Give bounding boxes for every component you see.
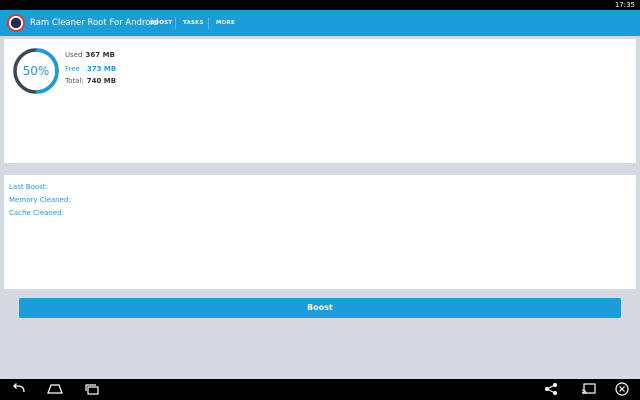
tab-tasks[interactable]: TASKS: [183, 10, 204, 36]
used-value: 367 MB: [85, 51, 115, 59]
used-label: Used: [65, 51, 83, 59]
back-icon[interactable]: [11, 382, 27, 396]
free-value: 373 MB: [86, 65, 117, 73]
memory-percent: 50%: [22, 64, 50, 78]
clock: 17:35: [614, 1, 635, 9]
app-title: Ram Cleaner Root For Android: [30, 18, 159, 28]
last-boost-label: Last Boost:: [9, 183, 48, 191]
navigation-bar: [0, 379, 640, 400]
tab-divider: [208, 17, 209, 29]
cache-cleaned-label: Cache Cleaned:: [9, 209, 64, 217]
total-label: Total:: [65, 77, 84, 85]
tab-boost[interactable]: BOOST: [150, 10, 172, 36]
boost-info-panel: Last Boost: Memory Cleaned: Cache Cleane…: [4, 175, 636, 289]
action-bar: Ram Cleaner Root For Android BOOST TASKS…: [0, 10, 640, 36]
share-icon[interactable]: [543, 382, 559, 396]
total-memory-row: Total: 740 MB: [65, 77, 116, 85]
free-memory-row: Free 373 MB: [65, 65, 116, 73]
tab-more[interactable]: MORE: [216, 10, 235, 36]
boost-button[interactable]: Boost: [19, 298, 621, 318]
free-label: Free: [65, 65, 80, 73]
used-memory-row: Used 367 MB: [65, 51, 115, 59]
close-icon[interactable]: [614, 382, 630, 396]
cast-icon[interactable]: [581, 382, 597, 396]
total-value: 740 MB: [86, 77, 117, 85]
home-icon[interactable]: [47, 382, 63, 396]
status-bar: 17:35: [0, 0, 640, 10]
recent-apps-icon[interactable]: [84, 382, 100, 396]
tab-divider: [175, 17, 176, 29]
memory-cleaned-label: Memory Cleaned:: [9, 196, 71, 204]
memory-panel: 50% Used 367 MB Free 373 MB Total: 740 MB: [4, 39, 636, 163]
app-logo-icon[interactable]: [7, 14, 25, 32]
